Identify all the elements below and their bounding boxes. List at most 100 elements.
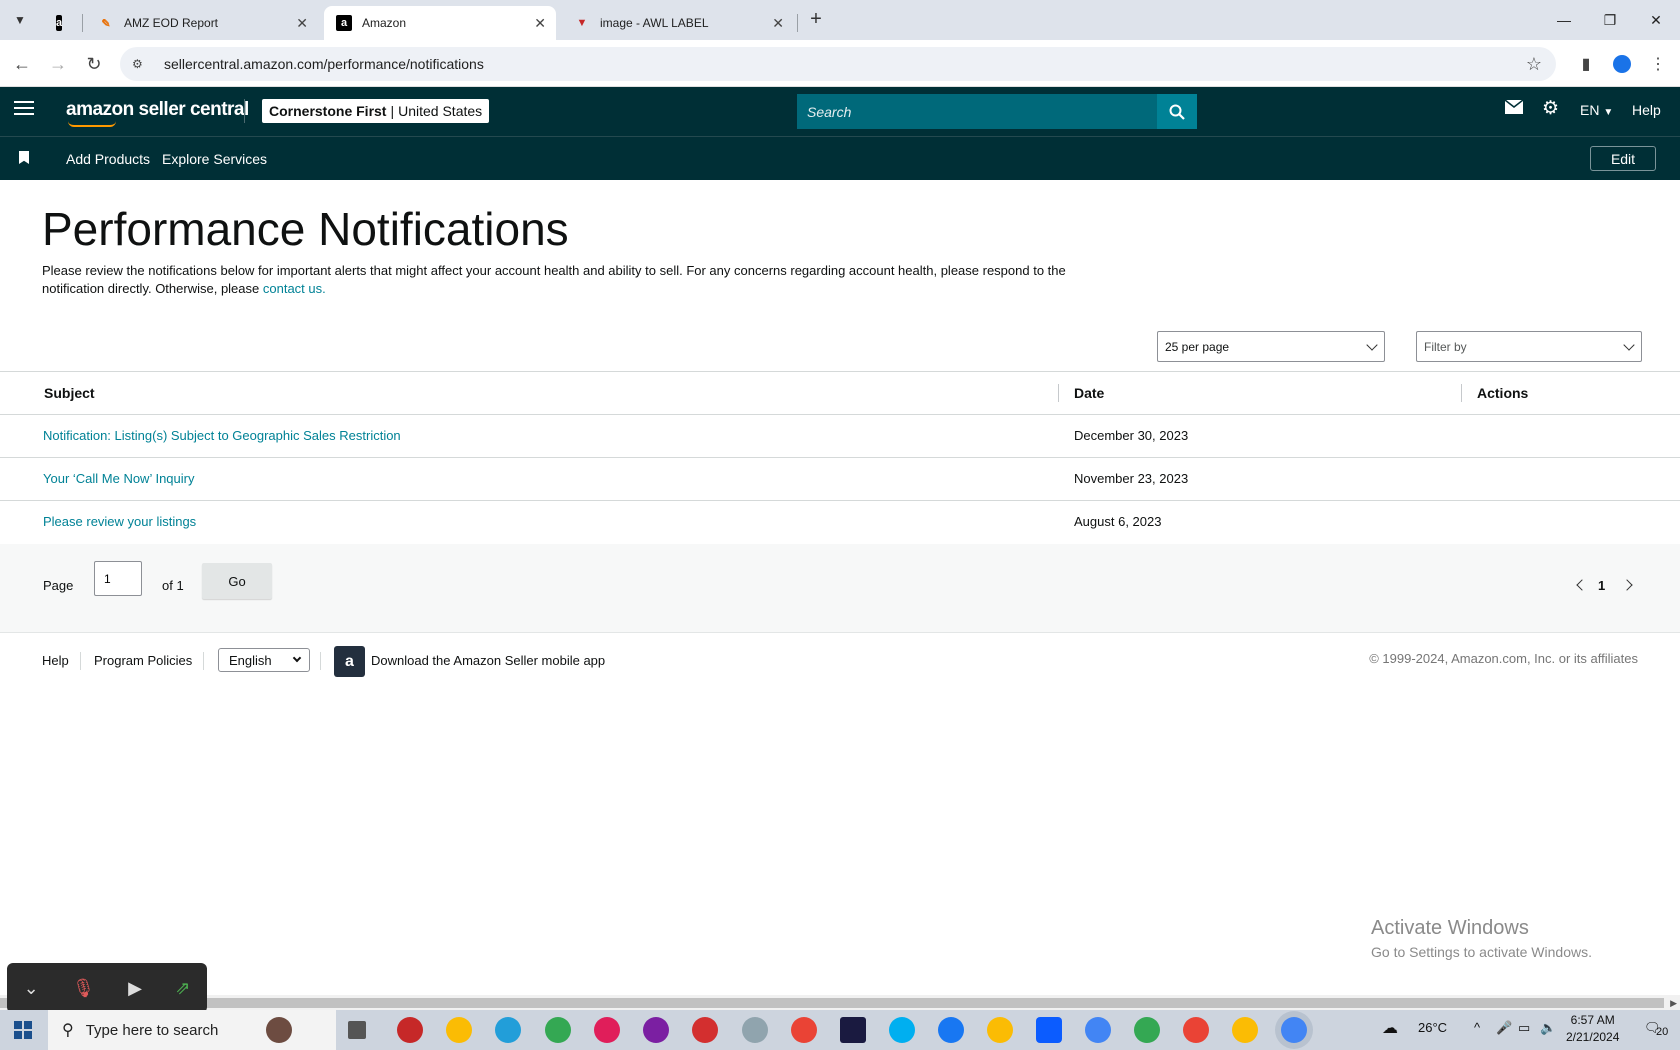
account-switcher[interactable]: Cornerstone First | United States	[262, 99, 490, 123]
notification-subject-link[interactable]: Please review your listings	[43, 514, 196, 529]
chrome-v-icon[interactable]	[1232, 1017, 1258, 1043]
reload-icon[interactable]: ↻	[80, 50, 108, 78]
opera-icon[interactable]	[692, 1017, 718, 1043]
search-button[interactable]	[1157, 94, 1197, 129]
weather-cloud-icon[interactable]: ☁	[1382, 1018, 1398, 1038]
window-close-icon[interactable]: ✕	[1634, 6, 1678, 34]
profile-avatar-icon[interactable]	[1608, 50, 1636, 78]
amazon-smile-icon	[68, 121, 116, 127]
filter-by-select[interactable]: Filter by	[1416, 331, 1642, 362]
language-selector[interactable]: EN ▼	[1580, 102, 1613, 118]
taskbar-clock[interactable]: 6:57 AM 2/21/2024	[1566, 1013, 1619, 1044]
browser-tabstrip: ▼ a ✎ AMZ EOD Report ✕ a Amazon ✕ ▼ imag…	[0, 0, 1680, 40]
tab-search-chevron-icon[interactable]: ▼	[8, 8, 32, 32]
seller-central-logo[interactable]: amazon seller central	[66, 99, 249, 127]
weather-temperature[interactable]: 26°C	[1418, 1020, 1447, 1035]
browser-tab-awl-label[interactable]: ▼ image - AWL LABEL ✕	[562, 6, 794, 40]
chrome-profile-icon[interactable]	[446, 1017, 472, 1043]
tab-close-icon[interactable]: ✕	[296, 15, 308, 32]
prev-page-chevron-icon[interactable]	[1576, 579, 1588, 591]
clock-app-icon[interactable]	[840, 1017, 866, 1043]
contact-us-link[interactable]: contact us.	[263, 281, 326, 296]
footer-divider	[80, 652, 81, 670]
footer-app-download-link[interactable]: Download the Amazon Seller mobile app	[371, 653, 605, 668]
current-page-number[interactable]: 1	[1598, 578, 1605, 593]
tray-microphone-icon[interactable]: 🎤	[1496, 1020, 1512, 1036]
volume-icon[interactable]: 🔈	[1540, 1020, 1556, 1036]
tab-close-icon[interactable]: ✕	[534, 15, 546, 32]
chrome-icon[interactable]	[791, 1017, 817, 1043]
paint-icon[interactable]	[742, 1017, 768, 1043]
restore-icon[interactable]: ❐	[1588, 6, 1632, 34]
page-number-input[interactable]	[94, 561, 142, 596]
zoom-icon[interactable]	[1036, 1017, 1062, 1043]
browser-tab-amazon[interactable]: a Amazon ✕	[324, 6, 556, 40]
browser-menu-icon[interactable]: ⋮	[1644, 50, 1672, 78]
browser-tab-amazon-pinned[interactable]: a	[44, 6, 82, 40]
taskbar-search[interactable]: ⚲ Type here to search	[48, 1010, 336, 1050]
column-subject[interactable]: Subject	[44, 385, 95, 401]
bookmark-star-icon[interactable]: ☆	[1526, 54, 1542, 75]
skype-icon[interactable]	[889, 1017, 915, 1043]
tab-title: AMZ EOD Report	[124, 16, 219, 30]
hamburger-menu-icon[interactable]	[14, 101, 34, 119]
edit-nav-button[interactable]: Edit	[1590, 146, 1656, 171]
mail-icon[interactable]	[1504, 99, 1524, 119]
tab-close-icon[interactable]: ✕	[772, 15, 784, 32]
new-tab-plus-icon[interactable]: +	[804, 8, 828, 31]
horizontal-scrollbar[interactable]: ▶	[0, 995, 1680, 1011]
footer-program-policies-link[interactable]: Program Policies	[94, 653, 192, 668]
facebook-icon[interactable]	[938, 1017, 964, 1043]
app-icon-red[interactable]	[397, 1017, 423, 1043]
nav-add-products[interactable]: Add Products	[66, 151, 150, 167]
chrome-w2-icon[interactable]	[1183, 1017, 1209, 1043]
side-panel-icon[interactable]: ▮	[1572, 50, 1600, 78]
share-screen-icon[interactable]: ⇗	[175, 978, 190, 999]
go-button[interactable]: Go	[202, 563, 272, 599]
tab-separator	[797, 14, 798, 32]
slack-icon[interactable]	[594, 1017, 620, 1043]
address-bar[interactable]: ⚙ sellercentral.amazon.com/performance/n…	[120, 47, 1556, 81]
minimize-icon[interactable]: —	[1542, 6, 1586, 34]
footer-help-link[interactable]: Help	[42, 653, 69, 668]
cortana-character-icon[interactable]	[266, 1017, 292, 1043]
notification-subject-link[interactable]: Your ‘Call Me Now’ Inquiry	[43, 471, 195, 486]
help-link[interactable]: Help	[1632, 102, 1661, 118]
per-page-select[interactable]: 25 per page	[1157, 331, 1385, 362]
amazon-seller-app-icon[interactable]: a	[334, 646, 365, 677]
chevron-down-icon[interactable]: ⌄	[24, 978, 39, 999]
windows-start-icon[interactable]	[14, 1021, 32, 1039]
column-date[interactable]: Date	[1074, 385, 1104, 401]
next-page-chevron-icon[interactable]	[1621, 579, 1633, 591]
intro-body: Please review the notifications below fo…	[42, 263, 1066, 296]
seller-central-nav: Add Products Explore Services Edit	[0, 136, 1680, 180]
site-settings-icon[interactable]: ⚙	[132, 57, 152, 71]
browser-tab-amz-eod[interactable]: ✎ AMZ EOD Report ✕	[86, 6, 318, 40]
chrome-w-icon[interactable]	[987, 1017, 1013, 1043]
header-search-input[interactable]	[797, 94, 1157, 129]
activate-windows-watermark: Activate Windows Go to Settings to activ…	[1371, 917, 1592, 960]
chrome-va2-icon[interactable]	[1134, 1017, 1160, 1043]
messenger-icon[interactable]	[643, 1017, 669, 1043]
tray-chevron-up-icon[interactable]: ^	[1474, 1020, 1480, 1035]
telegram-icon[interactable]	[495, 1017, 521, 1043]
scrollbar-thumb[interactable]	[0, 998, 1664, 1008]
scroll-right-arrow-icon[interactable]: ▶	[1670, 998, 1677, 1009]
video-camera-icon[interactable]: ▶	[128, 978, 142, 999]
microphone-muted-icon[interactable]: 🎙	[72, 978, 95, 999]
search-icon	[1169, 104, 1185, 120]
network-icon[interactable]: ▭	[1518, 1020, 1530, 1036]
table-row: Notification: Listing(s) Subject to Geog…	[0, 415, 1680, 458]
forward-arrow-icon[interactable]: →	[44, 50, 72, 78]
nav-explore-services[interactable]: Explore Services	[162, 151, 267, 167]
chrome-o-icon[interactable]	[1085, 1017, 1111, 1043]
task-view-icon[interactable]	[348, 1021, 366, 1039]
seller-central-header: amazon seller central Cornerstone First …	[0, 87, 1680, 136]
notification-subject-link[interactable]: Notification: Listing(s) Subject to Geog…	[43, 428, 401, 443]
footer-language-select[interactable]: English	[218, 648, 310, 672]
bookmark-icon[interactable]	[19, 151, 29, 164]
back-arrow-icon[interactable]: ←	[8, 50, 36, 78]
chrome-active-icon[interactable]	[1281, 1017, 1307, 1043]
chrome-va-icon[interactable]	[545, 1017, 571, 1043]
settings-gear-icon[interactable]: ⚙	[1542, 97, 1559, 120]
